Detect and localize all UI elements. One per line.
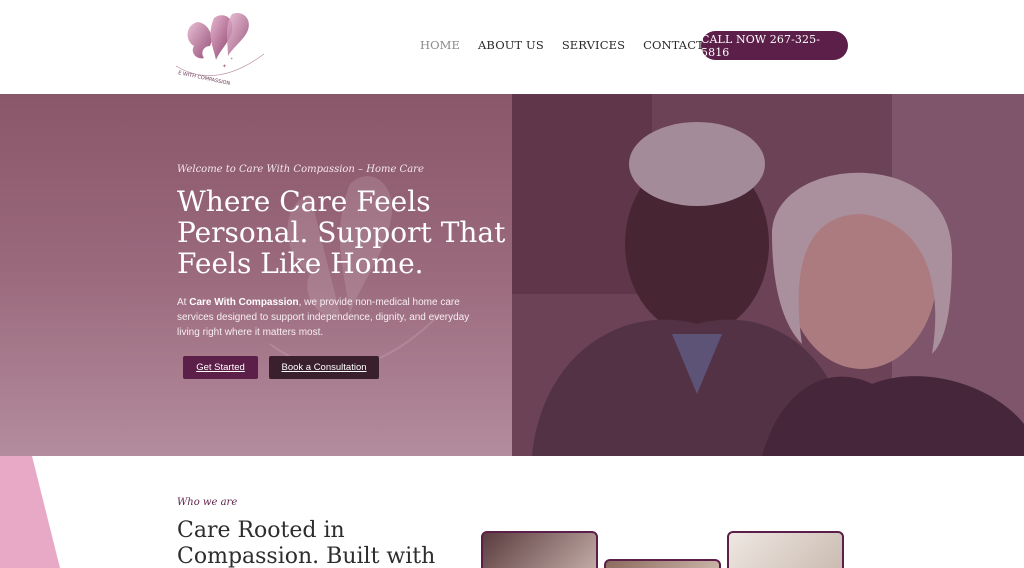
about-title: Care Rooted in Compassion. Built with (177, 518, 436, 568)
nav-item-services[interactable]: SERVICES (562, 38, 625, 52)
hero-photo (512, 94, 1024, 456)
hero-desc-prefix: At (177, 297, 190, 308)
hero-eyebrow: Welcome to Care With Compassion – Home C… (177, 164, 424, 175)
logo[interactable]: E WITH COMPASSION ✦ ✦ (170, 8, 270, 87)
about-image-caregiver (481, 531, 598, 568)
main-nav: HOME ABOUT US SERVICES CONTACT US (420, 30, 743, 60)
hero-description: At Care With Compassion, we provide non-… (177, 295, 487, 340)
call-now-button[interactable]: CALL NOW 267-325-5816 (701, 31, 848, 60)
hero-title: Where Care Feels Personal. Support That … (177, 185, 506, 280)
hero-section: Welcome to Care With Compassion – Home C… (0, 94, 1024, 456)
decorative-pink-shape (0, 456, 60, 568)
about-section: Who we are Care Rooted in Compassion. Bu… (0, 456, 1024, 568)
hero-desc-brand: Care With Compassion (189, 297, 299, 308)
hero-photo-tint (512, 94, 1024, 456)
nav-item-about-us[interactable]: ABOUT US (478, 38, 544, 52)
svg-text:E WITH COMPASSION: E WITH COMPASSION (178, 70, 231, 86)
about-eyebrow: Who we are (177, 497, 238, 508)
get-started-button[interactable]: Get Started (183, 356, 258, 379)
about-image-hands (604, 559, 721, 568)
svg-text:✦: ✦ (230, 56, 234, 61)
site-header: E WITH COMPASSION ✦ ✦ HOME ABOUT US SERV… (0, 0, 1024, 94)
about-image-home (727, 531, 844, 568)
nav-item-home[interactable]: HOME (420, 38, 460, 52)
book-consultation-button[interactable]: Book a Consultation (269, 356, 379, 379)
svg-text:✦: ✦ (222, 63, 227, 70)
